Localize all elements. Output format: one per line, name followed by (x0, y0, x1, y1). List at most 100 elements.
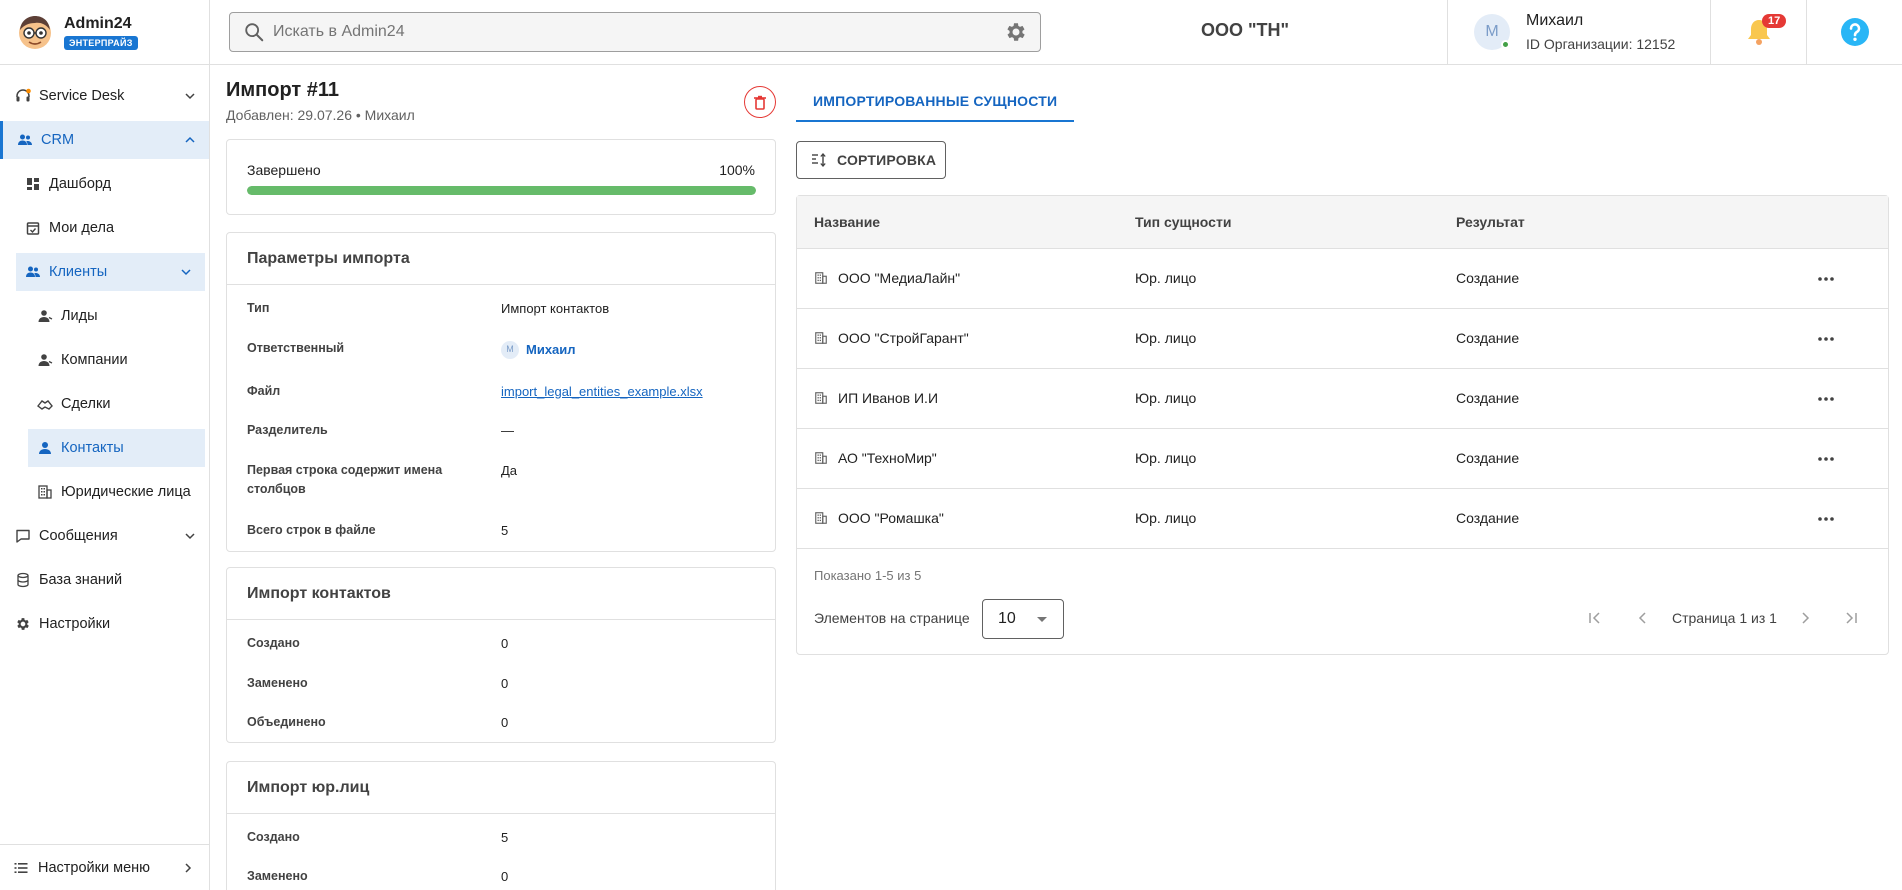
progress-bar-fill (247, 186, 756, 195)
organization-name[interactable]: ООО "ТН" (1140, 20, 1350, 41)
legal-import-title: Импорт юр.лиц (227, 762, 775, 814)
brand[interactable]: Admin24 ЭНТЕРПРАЙЗ (0, 0, 210, 64)
sidebar-item-companies[interactable]: Компании (0, 341, 209, 379)
sidebar-item-contacts[interactable]: Контакты (28, 429, 205, 467)
sidebar-item-clients[interactable]: Клиенты (16, 253, 205, 291)
sidebar-item-my-tasks[interactable]: Мои дела (0, 209, 209, 247)
more-icon[interactable] (1817, 391, 1835, 407)
sidebar: Service Desk CRM Дашборд Мои дела Клиент… (0, 65, 210, 890)
param-key: Ответственный (247, 341, 345, 355)
gear-icon (17, 618, 29, 630)
stat-value: 0 (501, 715, 509, 730)
sidebar-item-label: Мои дела (49, 220, 115, 236)
sidebar-item-messages[interactable]: Сообщения (0, 517, 209, 555)
column-header-name[interactable]: Название (814, 214, 880, 230)
calendar-check-icon (26, 222, 40, 235)
notifications-button[interactable] (1711, 0, 1807, 64)
entity-result: Создание (1456, 270, 1520, 286)
headset-icon (16, 88, 31, 102)
brand-name: Admin24 (64, 14, 132, 32)
sidebar-item-dashboard[interactable]: Дашборд (0, 165, 209, 203)
sidebar-item-knowledge-base[interactable]: База знаний (0, 561, 209, 599)
chevron-up-icon (185, 136, 195, 143)
param-value: 5 (501, 523, 509, 538)
table-row[interactable]: ООО "СтройГарант" Юр. лицо Создание (797, 309, 1888, 369)
brand-logo-icon (19, 16, 51, 49)
table-row[interactable]: ООО "МедиаЛайн" Юр. лицо Создание (797, 249, 1888, 309)
sidebar-item-settings[interactable]: Настройки (0, 605, 209, 643)
row-name: ООО "Ромашка" (814, 510, 944, 526)
menu-settings-button[interactable]: Настройки меню (0, 844, 209, 890)
tab-imported-entities[interactable]: ИМПОРТИРОВАННЫЕ СУЩНОСТИ (796, 82, 1075, 122)
building-icon (815, 512, 827, 524)
people-icon (26, 266, 40, 277)
column-header-type[interactable]: Тип сущности (1135, 214, 1231, 230)
more-icon[interactable] (1817, 511, 1835, 527)
delete-button[interactable] (744, 86, 776, 118)
user-org-id: ID Организации: 12152 (1526, 36, 1676, 52)
chevron-down-icon (181, 269, 191, 276)
sidebar-item-label: Сообщения (39, 528, 118, 544)
per-page-value: 10 (998, 610, 1016, 627)
more-icon[interactable] (1817, 331, 1835, 347)
stat-value: 5 (501, 830, 509, 845)
param-key: Тип (247, 301, 270, 315)
entity-type: Юр. лицо (1135, 390, 1197, 406)
sidebar-item-label: Компании (61, 352, 128, 368)
sidebar-item-service-desk[interactable]: Service Desk (0, 77, 209, 115)
progress-bar (247, 186, 756, 195)
next-page-button[interactable] (1793, 606, 1817, 630)
building-icon (38, 485, 52, 499)
stat-key: Заменено (247, 676, 308, 690)
contacts-import-title: Импорт контактов (227, 568, 775, 620)
row-name: ИП Иванов И.И (814, 390, 938, 406)
person-icon (38, 354, 53, 366)
responsible-user-link[interactable]: Михаил (526, 342, 576, 357)
entity-name: АО "ТехноМир" (838, 450, 937, 466)
table-row[interactable]: ИП Иванов И.И Юр. лицо Создание (797, 369, 1888, 429)
user-profile[interactable]: М Михаил ID Организации: 12152 (1447, 0, 1711, 64)
sidebar-item-label: Service Desk (39, 88, 125, 104)
table-row[interactable]: ООО "Ромашка" Юр. лицо Создание (797, 489, 1888, 549)
dashboard-icon (27, 178, 39, 190)
first-page-icon (1589, 612, 1600, 624)
sidebar-item-label: База знаний (39, 572, 123, 588)
stat-value: 0 (501, 869, 509, 884)
row-name: АО "ТехноМир" (814, 450, 937, 466)
search-box[interactable] (229, 12, 1041, 52)
sort-button-label: СОРТИРОВКА (837, 152, 937, 168)
sidebar-item-label: Лиды (61, 308, 98, 324)
last-page-button[interactable] (1839, 606, 1863, 630)
sidebar-item-legal-entities[interactable]: Юридические лица (0, 473, 209, 511)
param-value: Да (501, 463, 518, 478)
search-input[interactable] (273, 23, 1004, 41)
help-icon (1840, 18, 1869, 46)
sidebar-item-label: CRM (41, 132, 75, 148)
entity-name: ООО "МедиаЛайн" (838, 270, 961, 286)
table-row[interactable]: АО "ТехноМир" Юр. лицо Создание (797, 429, 1888, 489)
sidebar-item-crm[interactable]: CRM (0, 121, 209, 159)
more-icon[interactable] (1817, 451, 1835, 467)
brand-badge: ЭНТЕРПРАЙЗ (64, 35, 138, 50)
status-card: Завершено 100% (226, 139, 776, 215)
active-indicator (0, 121, 3, 159)
shown-count: Показано 1-5 из 5 (814, 568, 922, 583)
prev-page-button[interactable] (1631, 606, 1655, 630)
param-value: Импорт контактов (501, 301, 610, 316)
more-icon[interactable] (1817, 271, 1835, 287)
stat-key: Заменено (247, 869, 308, 883)
entities-table: Название Тип сущности Результат ООО "Мед… (796, 195, 1889, 655)
file-link[interactable]: import_legal_entities_example.xlsx (501, 382, 703, 401)
per-page-select[interactable]: 10 (982, 599, 1064, 639)
list-icon (14, 862, 28, 873)
help-button[interactable] (1807, 0, 1902, 64)
column-header-result[interactable]: Результат (1456, 214, 1525, 230)
sort-button[interactable]: СОРТИРОВКА (796, 141, 946, 179)
gear-icon[interactable] (1004, 20, 1028, 44)
first-page-button[interactable] (1583, 606, 1607, 630)
sidebar-item-leads[interactable]: Лиды (0, 297, 209, 335)
entity-result: Создание (1456, 330, 1520, 346)
sidebar-item-deals[interactable]: Сделки (0, 385, 209, 423)
responsible-user[interactable]: М Михаил (501, 339, 576, 359)
param-key: Файл (247, 384, 281, 398)
